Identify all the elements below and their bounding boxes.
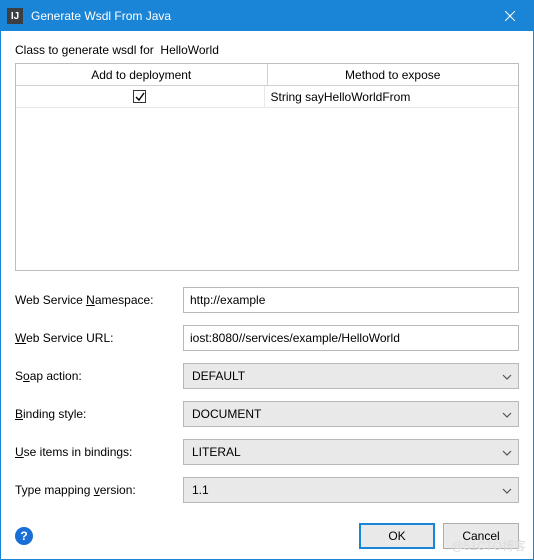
useitems-label: Use items in bindings: [15,445,175,459]
checkmark-icon [134,91,145,102]
soap-action-value: DEFAULT [192,369,245,383]
close-button[interactable] [487,1,533,31]
typemap-label: Type mapping version: [15,483,175,497]
footer: ? OK Cancel [15,517,519,549]
help-icon: ? [20,529,27,543]
type-mapping-select[interactable]: 1.1 [183,477,519,503]
form-grid: Web Service Namespace: Web Service URL: … [15,287,519,503]
heading: Class to generate wsdl for HelloWorld [15,43,519,57]
dialog-content: Class to generate wsdl for HelloWorld Ad… [1,31,533,559]
close-icon [505,11,515,21]
heading-prefix: Class to generate wsdl for [15,43,154,57]
namespace-input[interactable] [183,287,519,313]
titlebar: IJ Generate Wsdl From Java [1,1,533,31]
binding-style-value: DOCUMENT [192,407,261,421]
url-input[interactable] [183,325,519,351]
binding-label: Binding style: [15,407,175,421]
heading-class: HelloWorld [160,43,218,57]
cell-method[interactable]: String sayHelloWorldFrom [265,86,519,107]
col-method-to-expose[interactable]: Method to expose [268,64,519,85]
table-row[interactable]: String sayHelloWorldFrom [16,86,518,108]
use-items-select[interactable]: LITERAL [183,439,519,465]
namespace-label: Web Service Namespace: [15,293,175,307]
cancel-button[interactable]: Cancel [443,523,519,549]
table-header-row: Add to deployment Method to expose [16,64,518,86]
binding-style-select[interactable]: DOCUMENT [183,401,519,427]
window-title: Generate Wsdl From Java [31,9,487,23]
add-to-deployment-checkbox[interactable] [133,90,146,103]
chevron-down-icon [502,483,512,497]
chevron-down-icon [502,445,512,459]
col-add-to-deployment[interactable]: Add to deployment [16,64,268,85]
ok-button[interactable]: OK [359,523,435,549]
soap-action-select[interactable]: DEFAULT [183,363,519,389]
url-label: Web Service URL: [15,331,175,345]
methods-table: Add to deployment Method to expose Strin… [15,63,519,271]
use-items-value: LITERAL [192,445,241,459]
type-mapping-value: 1.1 [192,483,209,497]
soap-label: Soap action: [15,369,175,383]
chevron-down-icon [502,407,512,421]
app-icon: IJ [7,8,23,24]
chevron-down-icon [502,369,512,383]
help-button[interactable]: ? [15,527,33,545]
cell-checkbox[interactable] [16,86,265,107]
